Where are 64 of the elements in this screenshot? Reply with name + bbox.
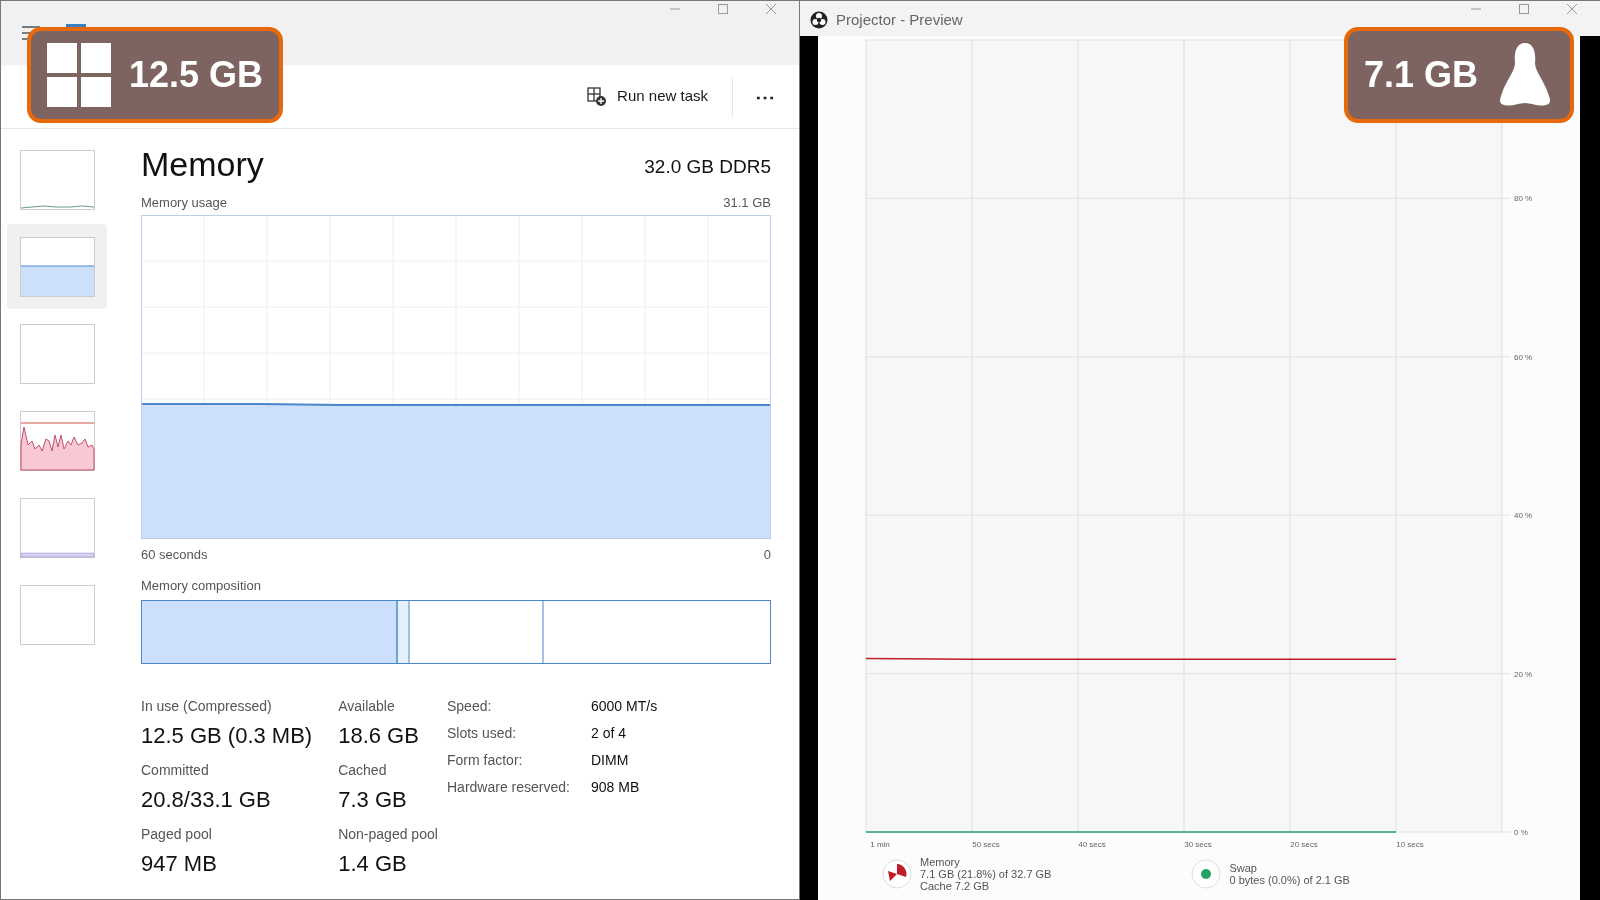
spec-value: 6000 MT/s [591,696,658,716]
chart-max-label: 31.1 GB [723,194,771,212]
spec-value: 2 of 4 [591,723,628,743]
graph-icon [19,497,95,558]
graph-icon [19,236,95,297]
y-tick-label: 60 % [1514,352,1533,362]
y-tick-label: 20 % [1514,669,1533,679]
stat-label: Committed [141,760,210,780]
more-button[interactable]: ⋯ [747,86,783,107]
windows-logo-icon [47,43,111,107]
graph-icon [19,584,95,645]
legend-text: Cache 7.2 GB [920,880,991,892]
stat-value: 947 MB [141,849,218,878]
stat-value: 20.8/33.1 GB [141,785,272,814]
maximize-icon[interactable] [717,3,729,15]
stat-value: 12.5 GB (0.3 MB) [141,721,313,750]
legend-text: 0 bytes (0.0%) of 2.1 GB [1229,874,1350,886]
close-icon[interactable] [765,3,777,15]
badge-text: 7.1 GB [1364,53,1479,97]
x-tick-label: 40 secs [1078,840,1106,849]
graph-icon [19,149,95,210]
performance-thumbnail[interactable] [7,224,107,309]
chart-label: Memory composition [141,577,262,595]
maximize-icon[interactable] [1518,3,1530,15]
spec-value: 908 MB [591,777,641,797]
x-tick-label: 50 secs [972,840,1000,849]
pie-chart-icon [882,859,912,889]
dot-icon [1191,859,1222,889]
spec-label: Speed: [447,696,493,716]
spec-value: DIMM [591,750,630,770]
legend-text: 7.1 GB (21.8%) of 32.7 GB [920,868,1052,880]
stat-label: In use (Compressed) [141,696,273,716]
x-tick-label: 1 min [870,840,890,849]
graph-icon [19,323,95,384]
y-tick-label: 0 % [1514,828,1528,837]
stat-label: Non-paged pool [338,824,438,844]
x-tick-label: 20 secs [1290,840,1318,849]
window-title: Projector - Preview [836,10,963,30]
axis-label: 0 [763,545,771,564]
stat-value: 18.6 GB [338,721,420,750]
spec-label: Form factor: [447,750,524,770]
stat-value: 7.3 GB [338,785,408,814]
y-tick-label: 40 % [1514,511,1533,521]
new-task-icon [587,86,608,107]
graph-icon [19,410,95,471]
stat-value: 1.4 GB [338,849,408,878]
legend-title: Swap [1229,862,1258,874]
axis-label: 60 seconds [141,545,208,564]
spec-label: Hardware reserved: [447,777,571,797]
x-tick-label: 10 secs [1396,840,1424,849]
memory-spec: 32.0 GB DDR5 [644,154,771,179]
stat-label: Cached [338,760,388,780]
badge-text: 12.5 GB [129,53,264,97]
close-icon[interactable] [1566,3,1578,15]
y-tick-label: 80 % [1514,194,1533,204]
app-logo-icon [810,11,828,30]
run-new-task-button[interactable]: Run new task [577,79,718,114]
stat-label: Available [338,696,396,716]
legend-title: Memory [920,856,961,868]
page-title: Memory [141,147,264,181]
chart-label: Memory usage [141,194,227,212]
spec-label: Slots used: [447,723,518,743]
stat-label: Paged pool [141,824,213,844]
x-tick-label: 30 secs [1184,840,1212,849]
